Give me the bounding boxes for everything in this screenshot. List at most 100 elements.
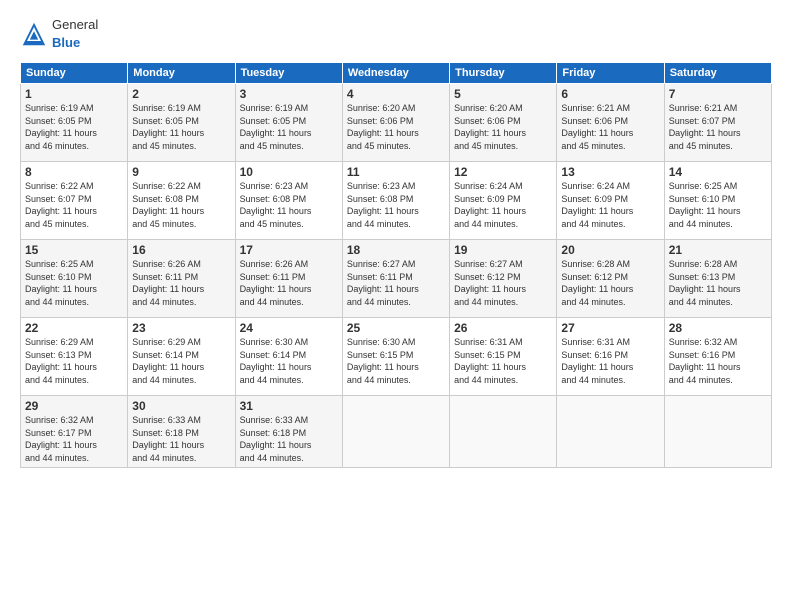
day-info: Sunrise: 6:31 AMSunset: 6:16 PMDaylight:… xyxy=(561,336,659,386)
calendar-cell xyxy=(557,396,664,468)
day-number: 5 xyxy=(454,87,552,101)
day-info: Sunrise: 6:22 AMSunset: 6:08 PMDaylight:… xyxy=(132,180,230,230)
page: General Blue SundayMondayTuesdayWednesda… xyxy=(0,0,792,612)
day-number: 13 xyxy=(561,165,659,179)
calendar-cell: 10Sunrise: 6:23 AMSunset: 6:08 PMDayligh… xyxy=(235,162,342,240)
day-number: 27 xyxy=(561,321,659,335)
calendar-cell: 3Sunrise: 6:19 AMSunset: 6:05 PMDaylight… xyxy=(235,84,342,162)
day-info: Sunrise: 6:24 AMSunset: 6:09 PMDaylight:… xyxy=(454,180,552,230)
logo: General Blue xyxy=(20,16,98,52)
day-info: Sunrise: 6:27 AMSunset: 6:11 PMDaylight:… xyxy=(347,258,445,308)
calendar-cell: 28Sunrise: 6:32 AMSunset: 6:16 PMDayligh… xyxy=(664,318,771,396)
day-number: 9 xyxy=(132,165,230,179)
header: General Blue xyxy=(20,16,772,52)
calendar-body: 1Sunrise: 6:19 AMSunset: 6:05 PMDaylight… xyxy=(21,84,772,468)
calendar-cell: 18Sunrise: 6:27 AMSunset: 6:11 PMDayligh… xyxy=(342,240,449,318)
calendar-week-row: 8Sunrise: 6:22 AMSunset: 6:07 PMDaylight… xyxy=(21,162,772,240)
day-number: 22 xyxy=(25,321,123,335)
day-number: 29 xyxy=(25,399,123,413)
day-info: Sunrise: 6:20 AMSunset: 6:06 PMDaylight:… xyxy=(347,102,445,152)
calendar-cell: 24Sunrise: 6:30 AMSunset: 6:14 PMDayligh… xyxy=(235,318,342,396)
day-number: 10 xyxy=(240,165,338,179)
day-info: Sunrise: 6:21 AMSunset: 6:06 PMDaylight:… xyxy=(561,102,659,152)
logo-text: General Blue xyxy=(52,16,98,52)
calendar-cell: 6Sunrise: 6:21 AMSunset: 6:06 PMDaylight… xyxy=(557,84,664,162)
day-number: 23 xyxy=(132,321,230,335)
calendar-cell: 13Sunrise: 6:24 AMSunset: 6:09 PMDayligh… xyxy=(557,162,664,240)
calendar-cell: 27Sunrise: 6:31 AMSunset: 6:16 PMDayligh… xyxy=(557,318,664,396)
calendar-cell: 29Sunrise: 6:32 AMSunset: 6:17 PMDayligh… xyxy=(21,396,128,468)
day-info: Sunrise: 6:33 AMSunset: 6:18 PMDaylight:… xyxy=(240,414,338,464)
day-info: Sunrise: 6:19 AMSunset: 6:05 PMDaylight:… xyxy=(132,102,230,152)
day-number: 18 xyxy=(347,243,445,257)
day-info: Sunrise: 6:30 AMSunset: 6:15 PMDaylight:… xyxy=(347,336,445,386)
calendar-cell xyxy=(450,396,557,468)
calendar-cell: 25Sunrise: 6:30 AMSunset: 6:15 PMDayligh… xyxy=(342,318,449,396)
day-info: Sunrise: 6:29 AMSunset: 6:14 PMDaylight:… xyxy=(132,336,230,386)
calendar-cell: 22Sunrise: 6:29 AMSunset: 6:13 PMDayligh… xyxy=(21,318,128,396)
logo-general: General xyxy=(52,17,98,32)
day-info: Sunrise: 6:19 AMSunset: 6:05 PMDaylight:… xyxy=(240,102,338,152)
day-info: Sunrise: 6:22 AMSunset: 6:07 PMDaylight:… xyxy=(25,180,123,230)
day-info: Sunrise: 6:21 AMSunset: 6:07 PMDaylight:… xyxy=(669,102,767,152)
day-number: 19 xyxy=(454,243,552,257)
calendar-cell: 19Sunrise: 6:27 AMSunset: 6:12 PMDayligh… xyxy=(450,240,557,318)
calendar-cell: 20Sunrise: 6:28 AMSunset: 6:12 PMDayligh… xyxy=(557,240,664,318)
calendar-cell: 15Sunrise: 6:25 AMSunset: 6:10 PMDayligh… xyxy=(21,240,128,318)
day-number: 24 xyxy=(240,321,338,335)
calendar-week-row: 22Sunrise: 6:29 AMSunset: 6:13 PMDayligh… xyxy=(21,318,772,396)
calendar-week-row: 15Sunrise: 6:25 AMSunset: 6:10 PMDayligh… xyxy=(21,240,772,318)
calendar-cell: 9Sunrise: 6:22 AMSunset: 6:08 PMDaylight… xyxy=(128,162,235,240)
day-number: 3 xyxy=(240,87,338,101)
day-info: Sunrise: 6:32 AMSunset: 6:17 PMDaylight:… xyxy=(25,414,123,464)
calendar-cell xyxy=(664,396,771,468)
day-number: 7 xyxy=(669,87,767,101)
day-info: Sunrise: 6:30 AMSunset: 6:14 PMDaylight:… xyxy=(240,336,338,386)
calendar-cell: 16Sunrise: 6:26 AMSunset: 6:11 PMDayligh… xyxy=(128,240,235,318)
calendar-cell: 26Sunrise: 6:31 AMSunset: 6:15 PMDayligh… xyxy=(450,318,557,396)
calendar-cell: 12Sunrise: 6:24 AMSunset: 6:09 PMDayligh… xyxy=(450,162,557,240)
day-info: Sunrise: 6:19 AMSunset: 6:05 PMDaylight:… xyxy=(25,102,123,152)
day-number: 31 xyxy=(240,399,338,413)
day-info: Sunrise: 6:25 AMSunset: 6:10 PMDaylight:… xyxy=(25,258,123,308)
calendar-week-row: 29Sunrise: 6:32 AMSunset: 6:17 PMDayligh… xyxy=(21,396,772,468)
day-number: 1 xyxy=(25,87,123,101)
weekday-header: Friday xyxy=(557,63,664,84)
day-info: Sunrise: 6:32 AMSunset: 6:16 PMDaylight:… xyxy=(669,336,767,386)
day-number: 17 xyxy=(240,243,338,257)
day-number: 11 xyxy=(347,165,445,179)
calendar-cell: 8Sunrise: 6:22 AMSunset: 6:07 PMDaylight… xyxy=(21,162,128,240)
day-number: 28 xyxy=(669,321,767,335)
weekday-row: SundayMondayTuesdayWednesdayThursdayFrid… xyxy=(21,63,772,84)
calendar-cell: 5Sunrise: 6:20 AMSunset: 6:06 PMDaylight… xyxy=(450,84,557,162)
day-info: Sunrise: 6:31 AMSunset: 6:15 PMDaylight:… xyxy=(454,336,552,386)
calendar-week-row: 1Sunrise: 6:19 AMSunset: 6:05 PMDaylight… xyxy=(21,84,772,162)
weekday-header: Tuesday xyxy=(235,63,342,84)
calendar-cell: 2Sunrise: 6:19 AMSunset: 6:05 PMDaylight… xyxy=(128,84,235,162)
weekday-header: Monday xyxy=(128,63,235,84)
calendar-cell: 23Sunrise: 6:29 AMSunset: 6:14 PMDayligh… xyxy=(128,318,235,396)
day-number: 16 xyxy=(132,243,230,257)
weekday-header: Sunday xyxy=(21,63,128,84)
calendar-cell: 30Sunrise: 6:33 AMSunset: 6:18 PMDayligh… xyxy=(128,396,235,468)
day-number: 15 xyxy=(25,243,123,257)
day-info: Sunrise: 6:25 AMSunset: 6:10 PMDaylight:… xyxy=(669,180,767,230)
day-info: Sunrise: 6:27 AMSunset: 6:12 PMDaylight:… xyxy=(454,258,552,308)
day-number: 25 xyxy=(347,321,445,335)
logo-icon xyxy=(20,20,48,48)
calendar-cell: 7Sunrise: 6:21 AMSunset: 6:07 PMDaylight… xyxy=(664,84,771,162)
day-number: 2 xyxy=(132,87,230,101)
weekday-header: Thursday xyxy=(450,63,557,84)
calendar-cell: 1Sunrise: 6:19 AMSunset: 6:05 PMDaylight… xyxy=(21,84,128,162)
day-number: 6 xyxy=(561,87,659,101)
weekday-header: Wednesday xyxy=(342,63,449,84)
day-number: 30 xyxy=(132,399,230,413)
calendar-cell: 14Sunrise: 6:25 AMSunset: 6:10 PMDayligh… xyxy=(664,162,771,240)
day-number: 21 xyxy=(669,243,767,257)
day-info: Sunrise: 6:28 AMSunset: 6:13 PMDaylight:… xyxy=(669,258,767,308)
logo-blue: Blue xyxy=(52,35,80,50)
day-info: Sunrise: 6:23 AMSunset: 6:08 PMDaylight:… xyxy=(240,180,338,230)
day-info: Sunrise: 6:29 AMSunset: 6:13 PMDaylight:… xyxy=(25,336,123,386)
calendar-cell: 11Sunrise: 6:23 AMSunset: 6:08 PMDayligh… xyxy=(342,162,449,240)
calendar-cell xyxy=(342,396,449,468)
